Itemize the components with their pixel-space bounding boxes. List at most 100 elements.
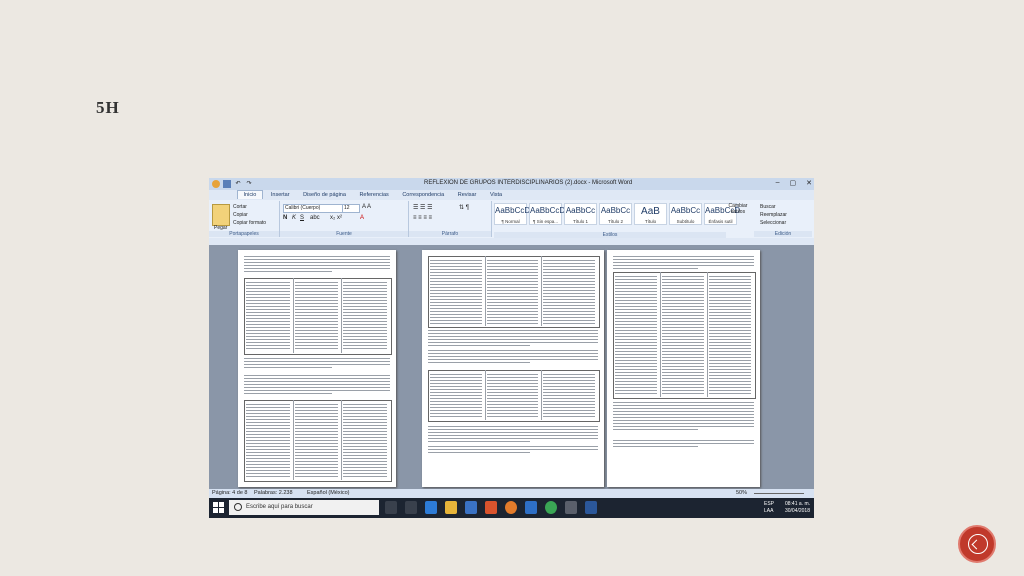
document-page: [422, 250, 604, 487]
mail-icon[interactable]: [525, 501, 537, 514]
font-name-select[interactable]: Calibri (Cuerpo): [283, 204, 343, 213]
replace-button[interactable]: Reemplazar: [760, 212, 787, 218]
text-line: [615, 315, 657, 316]
microphone-icon[interactable]: [385, 501, 397, 514]
redo-icon[interactable]: ↷: [245, 180, 253, 188]
text-line: [294, 303, 339, 304]
italic-icon[interactable]: K: [292, 215, 296, 221]
table-divider: [707, 272, 708, 397]
find-button[interactable]: Buscar: [760, 204, 776, 210]
chrome-icon[interactable]: [545, 501, 557, 514]
text-line: [246, 404, 290, 405]
text-line: [662, 336, 704, 337]
office-button-icon[interactable]: [212, 180, 220, 188]
text-line: [486, 260, 539, 261]
paragraph-group: ☰ ☰ ☰ ≡ ≡ ≡ ≡ ⇅ ¶ Párrafo: [409, 201, 492, 237]
text-line: [709, 378, 751, 379]
text-line: [343, 422, 387, 423]
word-icon[interactable]: [585, 501, 597, 514]
font-color-icon[interactable]: A: [360, 215, 364, 221]
tab-inicio[interactable]: Inicio: [236, 190, 264, 199]
text-line: [244, 381, 390, 382]
strikethrough-icon[interactable]: abc: [310, 215, 320, 221]
style-normal[interactable]: AaBbCcDc ¶ Normal: [494, 203, 534, 225]
language-indicator[interactable]: Español (México): [307, 490, 350, 496]
text-line: [343, 294, 387, 295]
save-icon[interactable]: [223, 180, 231, 188]
sort-icon[interactable]: ⇅ ¶: [459, 204, 469, 211]
tab-correspondencia[interactable]: Correspondencia: [396, 191, 450, 199]
text-line: [294, 434, 339, 435]
text-line: [543, 272, 595, 273]
underline-icon[interactable]: S: [300, 215, 304, 221]
text-line: [615, 393, 657, 394]
text-line: [615, 297, 657, 298]
text-line: [428, 452, 530, 453]
text-line: [343, 285, 387, 286]
style-titulo-2[interactable]: AaBbCc Título 2: [599, 203, 632, 225]
text-line: [428, 336, 598, 337]
back-navigation-button[interactable]: [958, 525, 996, 563]
text-line: [294, 464, 339, 465]
document-area[interactable]: [209, 245, 814, 489]
text-line: [543, 395, 595, 396]
edge-icon[interactable]: [425, 501, 437, 514]
grow-font-icon[interactable]: A A: [362, 204, 371, 210]
format-painter-button[interactable]: Copiar formato: [233, 220, 266, 226]
text-line: [615, 291, 657, 292]
cut-button[interactable]: Cortar: [233, 204, 247, 210]
text-line: [294, 431, 339, 432]
store-icon[interactable]: [465, 501, 477, 514]
office-icon[interactable]: [485, 501, 497, 514]
font-size-select[interactable]: 12: [342, 204, 360, 213]
tab-insertar[interactable]: Insertar: [265, 191, 296, 199]
style-titulo[interactable]: AaB Título: [634, 203, 667, 225]
zoom-slider[interactable]: [754, 493, 804, 494]
subscript-icon[interactable]: x₂ x²: [330, 215, 342, 221]
text-line: [615, 309, 657, 310]
search-placeholder: Escribe aquí para buscar: [246, 504, 313, 510]
paste-icon[interactable]: [212, 204, 230, 226]
text-line: [294, 419, 339, 420]
style-sin-espaciado[interactable]: AaBbCcDc ¶ Sin espa...: [529, 203, 569, 225]
copy-button[interactable]: Copiar: [233, 212, 248, 218]
text-line: [662, 285, 704, 286]
text-line: [615, 327, 657, 328]
bullets-icon[interactable]: ☰ ☰ ☰: [413, 204, 432, 211]
text-line: [246, 449, 290, 450]
style-subtitulo[interactable]: AaBbCc Subtítulo: [669, 203, 702, 225]
text-line: [709, 342, 751, 343]
text-line: [613, 417, 754, 418]
text-line: [662, 351, 704, 352]
tab-diseno[interactable]: Diseño de página: [297, 191, 352, 199]
text-line: [294, 315, 339, 316]
taskbar-search[interactable]: Escribe aquí para buscar: [229, 500, 379, 515]
style-titulo-1[interactable]: AaBbCc Título 1: [564, 203, 597, 225]
system-clock[interactable]: 08:41 a. m. 30/04/2018: [785, 501, 810, 515]
tab-referencias[interactable]: Referencias: [353, 191, 394, 199]
text-line: [246, 333, 290, 334]
tab-vista[interactable]: Vista: [484, 191, 508, 199]
select-button[interactable]: Seleccionar: [760, 220, 786, 226]
maximize-button[interactable]: ▢: [790, 179, 797, 187]
text-line: [430, 323, 482, 324]
change-styles-button[interactable]: Cambiar estilos: [727, 203, 749, 215]
bold-icon[interactable]: N: [283, 215, 287, 221]
firefox-icon[interactable]: [505, 501, 517, 514]
windows-start-icon[interactable]: [213, 502, 224, 513]
file-explorer-icon[interactable]: [445, 501, 457, 514]
text-line: [430, 380, 482, 381]
text-line: [543, 317, 595, 318]
keyboard-layout[interactable]: LAA: [764, 508, 774, 515]
align-icons[interactable]: ≡ ≡ ≡ ≡: [413, 215, 432, 221]
task-view-icon[interactable]: [405, 501, 417, 514]
text-line: [613, 408, 754, 409]
zoom-level[interactable]: 50%: [736, 490, 747, 496]
undo-icon[interactable]: ↶: [234, 180, 242, 188]
language-code[interactable]: ESP: [764, 501, 774, 508]
tab-revisar[interactable]: Revisar: [452, 191, 483, 199]
minimize-button[interactable]: –: [776, 179, 780, 187]
app-icon[interactable]: [565, 501, 577, 514]
close-button[interactable]: ✕: [806, 179, 812, 187]
text-line: [430, 407, 482, 408]
